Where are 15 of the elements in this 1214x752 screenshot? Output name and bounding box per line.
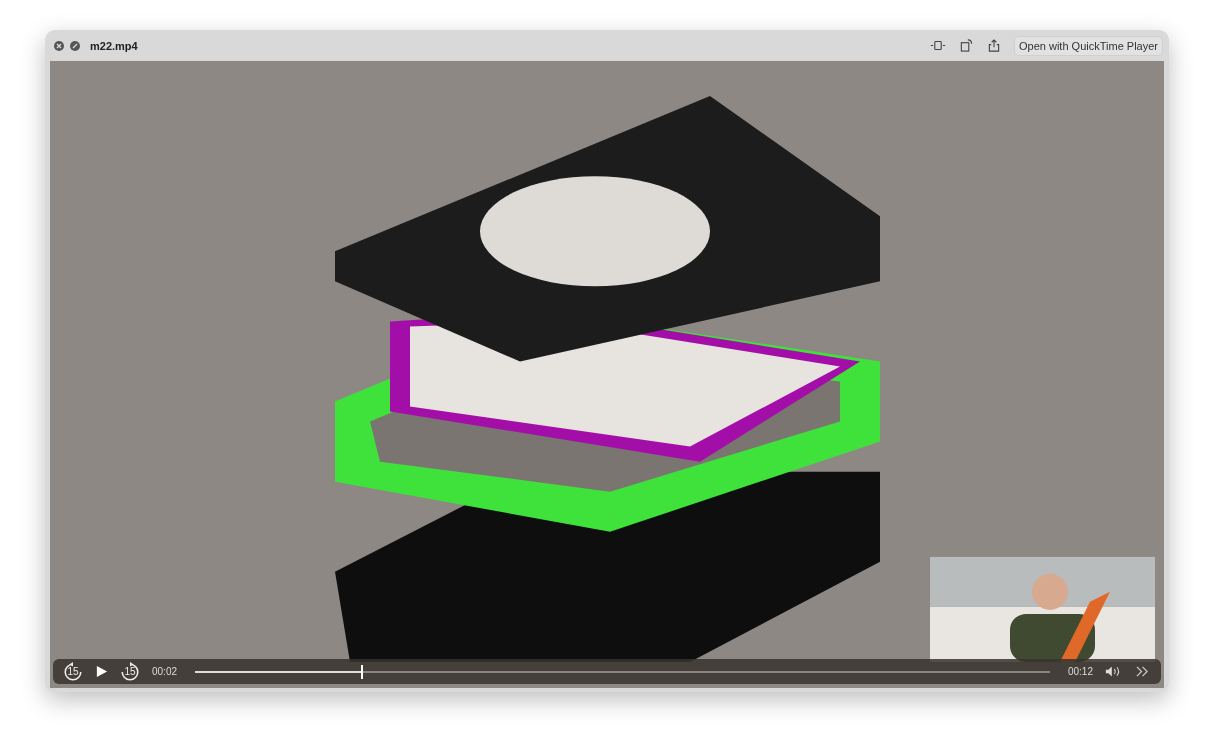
duration-time: 00:12 <box>1067 666 1093 677</box>
skip-forward-button[interactable]: 15 <box>120 661 140 682</box>
close-icon[interactable] <box>54 40 64 51</box>
share-icon[interactable] <box>986 39 1002 52</box>
resize-icon[interactable] <box>930 39 946 52</box>
progress-thumb[interactable] <box>360 664 363 679</box>
play-button[interactable] <box>95 665 108 678</box>
skip-back-button[interactable]: 15 <box>63 661 83 682</box>
open-button[interactable]: Open with QuickTime Player <box>1014 35 1163 56</box>
window-title: m22.mp4 <box>90 39 138 52</box>
rotate-icon[interactable] <box>958 39 974 52</box>
block-icon[interactable] <box>70 40 80 51</box>
fast-forward-icon[interactable] <box>1134 665 1151 678</box>
elapsed-time: 00:02 <box>152 666 178 677</box>
volume-icon[interactable] <box>1105 665 1122 678</box>
